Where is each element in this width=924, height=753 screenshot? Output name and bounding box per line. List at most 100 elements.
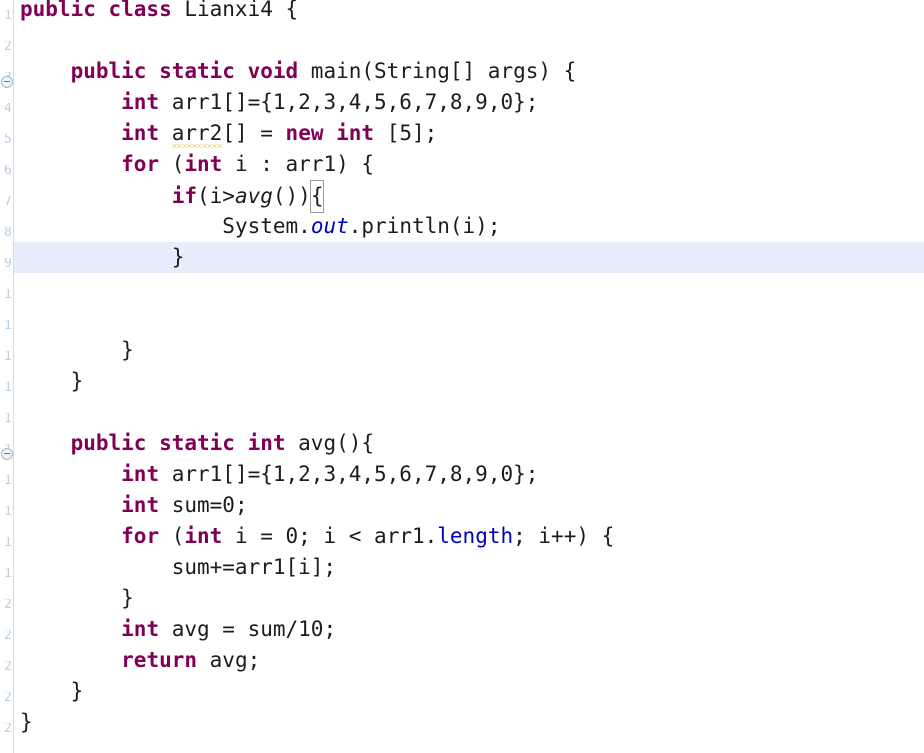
code-line[interactable]: return avg; <box>14 645 924 676</box>
code-surface[interactable]: public class Lianxi4 { public static voi… <box>14 0 924 753</box>
code-line[interactable]: if(i>avg()){ <box>14 180 924 213</box>
token-close-brace: } <box>121 586 134 610</box>
code-line[interactable]: public static void main(String[] args) { <box>14 56 924 87</box>
code-line-current[interactable]: } <box>14 242 924 273</box>
token-method-signature: avg(){ <box>285 431 375 455</box>
token-accumulate: sum+=arr1[i]; <box>171 555 337 579</box>
token-keyword: return <box>121 648 198 672</box>
code-line[interactable]: int arr1[]={1,2,3,4,5,6,7,8,9,0}; <box>14 459 924 490</box>
code-line[interactable]: } <box>14 335 924 366</box>
line-number: 22 <box>4 661 11 673</box>
token-keyword: int <box>184 152 223 176</box>
code-line[interactable]: int arr1[]={1,2,3,4,5,6,7,8,9,0}; <box>14 87 924 118</box>
token-keyword: int <box>184 524 223 548</box>
token-static-method-call: avg <box>234 184 273 208</box>
code-line[interactable]: System.out.println(i); <box>14 211 924 242</box>
token-call-parens: ()) <box>272 184 311 208</box>
line-number: 19 <box>4 568 11 580</box>
code-line[interactable]: int avg = sum/10; <box>14 614 924 645</box>
code-line[interactable]: } <box>14 366 924 397</box>
bracket-match-highlight: { <box>309 180 325 213</box>
collapse-minus-icon[interactable] <box>1 76 13 88</box>
token-keyword: public static int <box>70 431 286 455</box>
token-keyword: int <box>121 462 160 486</box>
paren: ( <box>159 152 185 176</box>
token-println-call: .println(i); <box>348 214 501 238</box>
token-keyword: for <box>121 524 160 548</box>
line-number: 21 <box>4 630 11 642</box>
line-number: 1 <box>4 10 11 22</box>
line-number: 14 <box>4 413 11 425</box>
collapse-minus-icon[interactable] <box>1 448 13 460</box>
line-number: 13 <box>4 382 11 394</box>
line-number: 10 <box>4 289 11 301</box>
code-line[interactable]: } <box>14 583 924 614</box>
token-average-expr: avg = sum/10; <box>159 617 337 641</box>
code-line[interactable] <box>14 273 924 304</box>
token-field-out: out <box>310 214 349 238</box>
token-keyword: int <box>121 90 160 114</box>
line-number: 20 <box>4 599 11 611</box>
token-for-update: ; i++) { <box>513 524 615 548</box>
token-keyword: public class <box>20 0 172 21</box>
token-close-brace: } <box>70 369 84 393</box>
token-return-value: avg; <box>197 648 261 672</box>
token-for-init: i = 0; i < arr1. <box>222 524 438 548</box>
editor-gutter[interactable]: 1 2 3 4 5 6 7 8 9 10 11 12 13 14 15 16 1… <box>0 0 14 753</box>
token-close-brace: } <box>70 679 84 703</box>
code-line[interactable]: int sum=0; <box>14 490 924 521</box>
java-code-editor[interactable]: 1 2 3 4 5 6 7 8 9 10 11 12 13 14 15 16 1… <box>0 0 924 753</box>
code-line[interactable]: } <box>14 676 924 707</box>
code-line[interactable]: public class Lianxi4 { <box>14 0 924 25</box>
token-foreach-expr: i : arr1) { <box>222 152 375 176</box>
code-line[interactable]: int arr2[] = new int [5]; <box>14 118 924 149</box>
token-assignment: sum=0; <box>159 493 248 517</box>
token-keyword: if <box>171 184 198 208</box>
code-line[interactable]: for (int i = 0; i < arr1.length; i++) { <box>14 521 924 552</box>
token-condition: (i> <box>197 184 235 208</box>
code-line[interactable] <box>14 25 924 56</box>
code-line[interactable] <box>14 304 924 335</box>
token-field-length: length <box>437 524 514 548</box>
line-number: 18 <box>4 537 11 549</box>
token-keyword: int <box>121 617 160 641</box>
token-close-brace: } <box>171 245 185 269</box>
line-number: 12 <box>4 351 11 363</box>
token-array-size: [5]; <box>374 121 438 145</box>
line-number: 8 <box>4 227 11 239</box>
token-method-signature: main(String[] args) { <box>298 59 577 83</box>
code-line[interactable] <box>14 397 924 428</box>
code-line[interactable]: } <box>14 707 924 738</box>
line-number: 9 <box>4 258 11 270</box>
code-line[interactable]: public static int avg(){ <box>14 428 924 459</box>
line-number: 6 <box>4 165 11 177</box>
line-number: 11 <box>4 320 11 332</box>
token-keyword: new int <box>285 121 375 145</box>
line-number: 16 <box>4 475 11 487</box>
line-number: 4 <box>4 103 11 115</box>
line-number: 5 <box>4 134 11 146</box>
token-array-decl: arr1[]={1,2,3,4,5,6,7,8,9,0}; <box>159 462 539 486</box>
paren: ( <box>159 524 185 548</box>
code-line[interactable]: for (int i : arr1) { <box>14 149 924 180</box>
token-array-decl: arr1[]={1,2,3,4,5,6,7,8,9,0}; <box>159 90 539 114</box>
code-line[interactable]: sum+=arr1[i]; <box>14 552 924 583</box>
token-keyword: int <box>121 121 160 145</box>
